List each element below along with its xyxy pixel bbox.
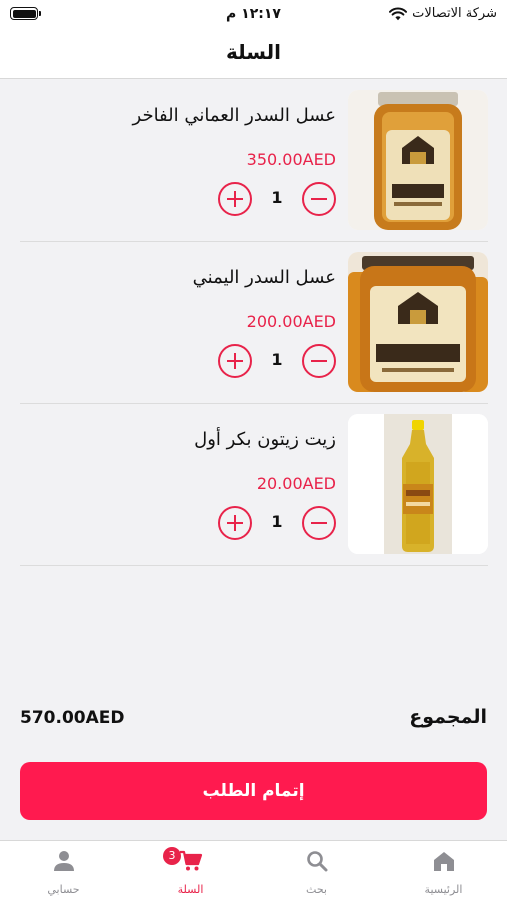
cart-item: زيت زيتون بكر أول 20.00AED 1 (20, 404, 488, 566)
product-image (348, 414, 488, 554)
tab-search[interactable]: بحث (253, 841, 380, 900)
product-name: زيت زيتون بكر أول (194, 429, 336, 450)
tab-label: السلة (177, 883, 204, 896)
tab-account[interactable]: حسابي (0, 841, 127, 900)
home-icon (433, 852, 454, 871)
tab-cart[interactable]: 3 السلة (127, 841, 254, 900)
tab-label: حسابي (47, 883, 80, 896)
quantity-value: 1 (271, 512, 283, 531)
cart-count-badge: 3 (163, 847, 181, 865)
carrier-name: شركة الاتصالات (412, 6, 497, 21)
tab-bar: الرئيسية بحث 3 السلة حسابي (0, 840, 507, 900)
increase-quantity-button[interactable] (218, 506, 252, 540)
carrier-info: شركة الاتصالات (389, 6, 497, 21)
quantity-value: 1 (271, 188, 283, 207)
increase-quantity-button[interactable] (218, 344, 252, 378)
increase-quantity-button[interactable] (218, 182, 252, 216)
person-icon (53, 851, 74, 871)
tab-label: الرئيسية (424, 883, 463, 896)
product-name: عسل السدر اليمني (192, 267, 336, 288)
header: السلة (0, 28, 507, 79)
tab-label: بحث (306, 883, 327, 896)
product-name: عسل السدر العماني الفاخر (132, 105, 336, 126)
quantity-stepper: 1 (218, 182, 336, 216)
total-value: 570.00AED (20, 708, 125, 728)
quantity-stepper: 1 (218, 344, 336, 378)
search-icon (306, 851, 327, 872)
decrease-quantity-button[interactable] (302, 182, 336, 216)
product-image (348, 90, 488, 230)
cart-icon (179, 850, 202, 871)
quantity-value: 1 (271, 350, 283, 369)
decrease-quantity-button[interactable] (302, 506, 336, 540)
product-price: 350.00AED (246, 150, 336, 169)
status-bar: ١٢:١٧ م شركة الاتصالات (0, 0, 507, 28)
decrease-quantity-button[interactable] (302, 344, 336, 378)
quantity-stepper: 1 (218, 506, 336, 540)
cart-item: عسل السدر العماني الفاخر 350.00AED 1 (20, 80, 488, 242)
checkout-button[interactable]: إتمام الطلب (20, 762, 487, 820)
total-label: المجموع (409, 706, 487, 728)
product-image (348, 252, 488, 392)
page-title: السلة (225, 40, 281, 64)
product-price: 20.00AED (256, 474, 336, 493)
tab-home[interactable]: الرئيسية (380, 841, 507, 900)
product-price: 200.00AED (246, 312, 336, 331)
cart-item: عسل السدر اليمني 200.00AED 1 (20, 242, 488, 404)
wifi-icon (389, 7, 408, 20)
